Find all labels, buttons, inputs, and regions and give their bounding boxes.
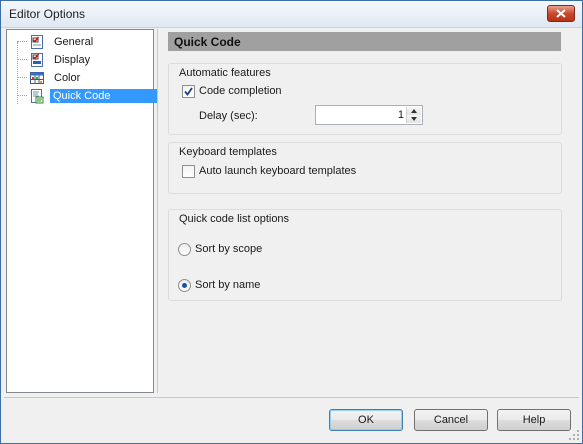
keyboard-templates-group: Keyboard templates Auto launch keyboard … <box>168 142 562 194</box>
group-title: Automatic features <box>179 67 271 79</box>
automatic-features-group: Automatic features Code completion Delay… <box>168 63 562 135</box>
page-title-text: Quick Code <box>174 35 241 49</box>
display-page-icon <box>31 53 43 67</box>
window-title: Editor Options <box>9 7 86 21</box>
resize-grip-icon[interactable] <box>569 430 579 440</box>
arrow-up-icon <box>411 109 417 113</box>
color-grid-icon <box>30 72 44 84</box>
checkmark-icon <box>184 87 193 96</box>
ok-button[interactable]: OK <box>329 409 403 431</box>
tree-item-label: Color <box>54 72 81 84</box>
arrow-down-icon <box>411 117 417 121</box>
general-page-icon <box>31 35 43 49</box>
dialog-body: General Display Color Quick Code Quick C… <box>4 28 579 394</box>
code-completion-label[interactable]: Code completion <box>199 85 282 97</box>
tree-item-quick-code[interactable]: Quick Code <box>13 87 157 105</box>
tree-item-general[interactable]: General <box>13 33 153 51</box>
delay-value[interactable]: 1 <box>398 109 404 121</box>
close-icon <box>556 9 566 18</box>
options-tree[interactable]: General Display Color Quick Code <box>6 29 157 393</box>
tree-item-display[interactable]: Display <box>13 51 153 69</box>
delay-label: Delay (sec): <box>199 110 258 122</box>
group-title: Quick code list options <box>179 213 290 225</box>
tree-item-label: Quick Code <box>50 89 157 103</box>
title-bar: Editor Options <box>1 1 582 28</box>
tree-item-color[interactable]: Color <box>13 69 153 87</box>
sort-by-scope-radio[interactable] <box>178 243 191 256</box>
sort-by-scope-label[interactable]: Sort by scope <box>195 243 262 255</box>
editor-options-window: Editor Options General Display Color Qui… <box>0 0 583 444</box>
quick-code-icon <box>31 89 44 104</box>
tree-item-label: General <box>54 36 94 48</box>
group-title: Keyboard templates <box>179 146 277 158</box>
footer-divider <box>4 397 579 398</box>
tree-item-label: Display <box>54 54 91 66</box>
cancel-button[interactable]: Cancel <box>414 409 488 431</box>
page-title: Quick Code <box>168 32 561 51</box>
spin-buttons <box>406 107 421 123</box>
sort-by-name-label[interactable]: Sort by name <box>195 279 260 291</box>
auto-launch-label[interactable]: Auto launch keyboard templates <box>199 165 356 177</box>
auto-launch-checkbox[interactable] <box>182 165 195 178</box>
close-button[interactable] <box>547 5 575 22</box>
help-button[interactable]: Help <box>497 409 571 431</box>
pane-splitter[interactable] <box>157 29 158 393</box>
spin-down-button[interactable] <box>407 115 421 123</box>
code-completion-checkbox[interactable] <box>182 85 195 98</box>
sort-by-name-radio[interactable] <box>178 279 191 292</box>
delay-spin-edit[interactable]: 1 <box>315 105 423 125</box>
quick-code-list-group: Quick code list options Sort by scope So… <box>168 209 562 301</box>
